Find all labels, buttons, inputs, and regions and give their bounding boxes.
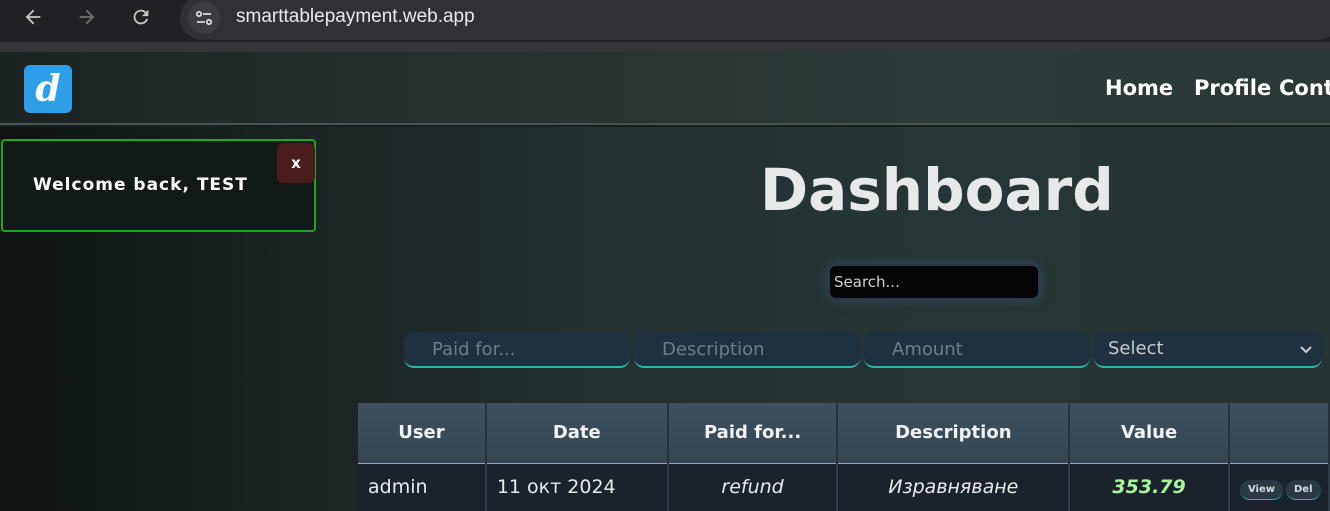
- app-logo[interactable]: d: [24, 65, 72, 113]
- column-header-actions: [1228, 403, 1330, 463]
- column-header-date[interactable]: Date: [485, 403, 669, 463]
- arrow-right-icon: [79, 9, 95, 25]
- payments-table: User Date Paid for... Description Value …: [358, 403, 1330, 511]
- cell-description: Изравняване: [837, 462, 1071, 511]
- cell-date: 11 окт 2024: [485, 462, 669, 511]
- welcome-toast: Welcome back, TEST x: [1, 139, 316, 232]
- column-header-paid-for[interactable]: Paid for...: [667, 403, 839, 463]
- column-header-description[interactable]: Description: [837, 403, 1071, 463]
- arrow-left-icon: [25, 9, 41, 25]
- app-header: d Home Profile Cont: [0, 52, 1330, 125]
- select-value: Select: [1108, 338, 1164, 359]
- reload-icon: [133, 9, 149, 25]
- table-header-row: User Date Paid for... Description Value: [358, 403, 1330, 463]
- table-row: admin 11 окт 2024 refund Изравняване 353…: [358, 462, 1330, 511]
- nav-home[interactable]: Home: [1105, 76, 1173, 100]
- page-title: Dashboard: [760, 156, 1114, 224]
- column-header-value[interactable]: Value: [1069, 403, 1230, 463]
- chrome-divider: [0, 42, 1330, 52]
- paid-for-field[interactable]: [404, 332, 630, 368]
- reload-button[interactable]: [125, 1, 157, 33]
- tune-icon: [195, 10, 213, 26]
- back-button[interactable]: [17, 1, 49, 33]
- amount-field[interactable]: [864, 332, 1090, 368]
- chevron-down-icon: [1300, 346, 1312, 354]
- browser-toolbar: smarttablepayment.web.app: [0, 0, 1330, 42]
- payments-table-wrap: User Date Paid for... Description Value …: [358, 403, 1330, 511]
- category-select[interactable]: Select: [1094, 332, 1322, 368]
- url-text[interactable]: smarttablepayment.web.app: [236, 6, 475, 28]
- address-bar[interactable]: smarttablepayment.web.app: [180, 0, 1330, 40]
- nav-contact[interactable]: Cont: [1279, 76, 1330, 100]
- delete-button[interactable]: Del: [1285, 479, 1321, 500]
- cell-user: admin: [358, 462, 487, 511]
- search-input[interactable]: [828, 264, 1040, 300]
- forward-button[interactable]: [71, 1, 103, 33]
- nav-profile[interactable]: Profile: [1194, 76, 1271, 100]
- description-field[interactable]: [634, 332, 860, 368]
- view-button[interactable]: View: [1239, 479, 1283, 500]
- site-info-button[interactable]: [188, 2, 220, 34]
- cell-paid-for: refund: [667, 462, 839, 511]
- logo-letter: d: [35, 68, 61, 110]
- cell-actions: View Del: [1228, 462, 1330, 511]
- column-header-user[interactable]: User: [358, 403, 487, 463]
- toast-close-button[interactable]: x: [277, 143, 315, 183]
- cell-value: 353.79: [1069, 462, 1230, 511]
- toast-message: Welcome back, TEST: [33, 175, 248, 195]
